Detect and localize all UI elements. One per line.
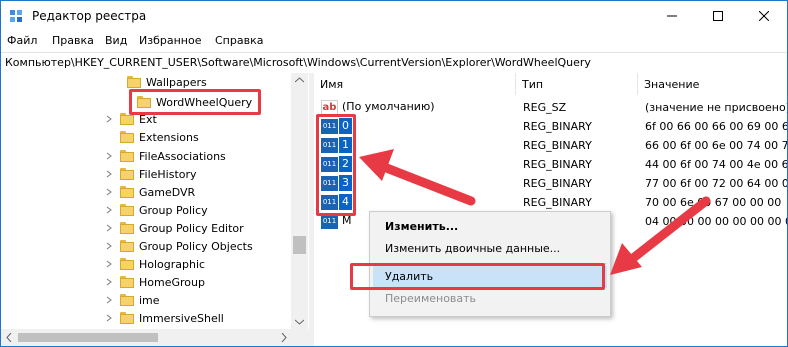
regedit-window: Редактор реестра Файл Правка Вид Избранн…	[0, 0, 788, 347]
arrow-to-delete	[610, 196, 711, 275]
arrow-to-values	[359, 149, 476, 206]
annotation-arrows	[359, 149, 711, 275]
